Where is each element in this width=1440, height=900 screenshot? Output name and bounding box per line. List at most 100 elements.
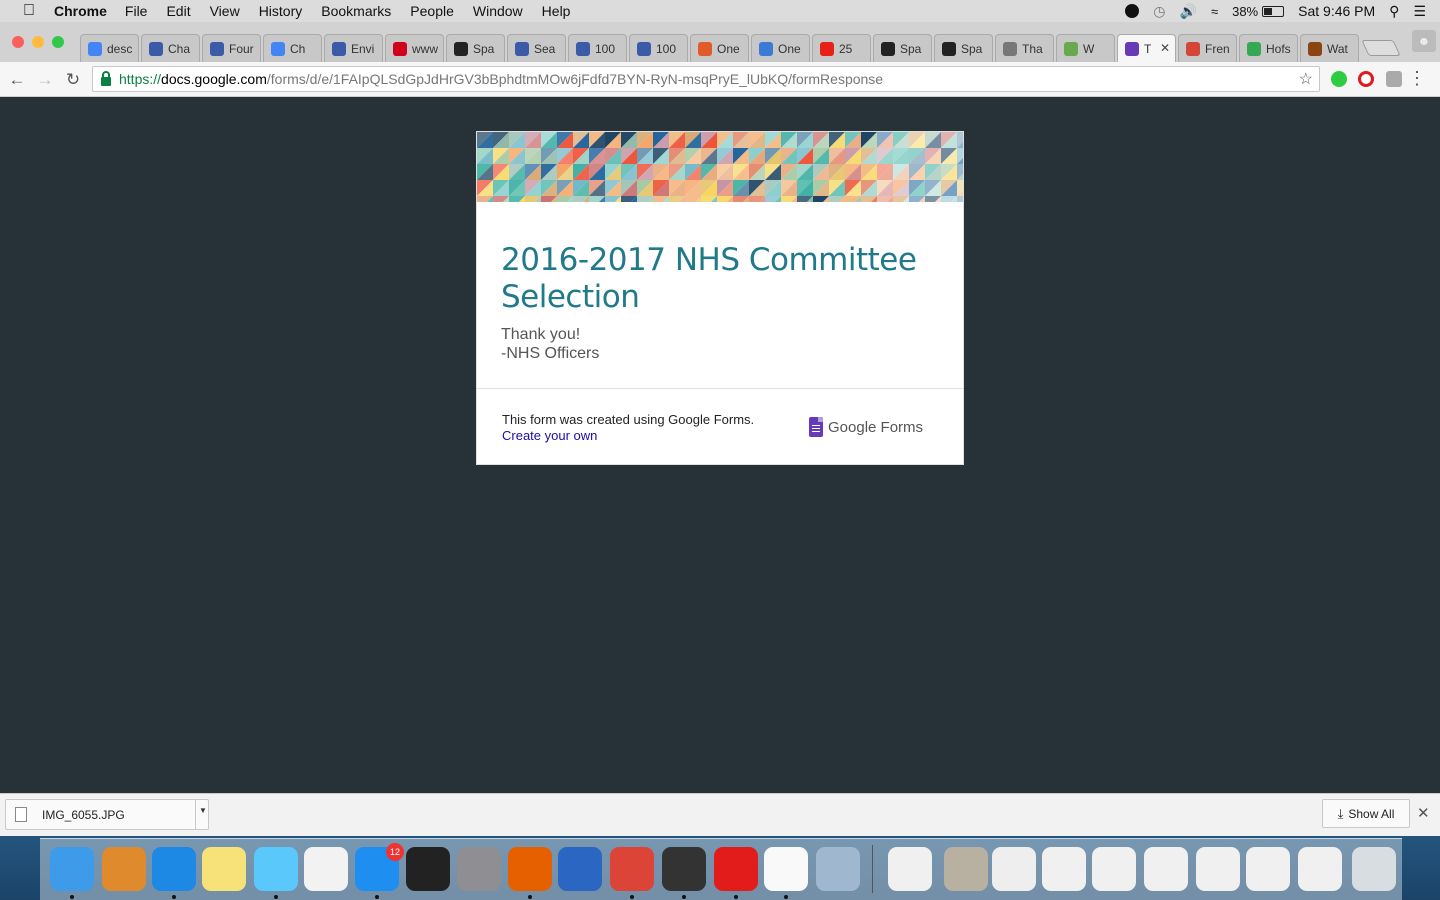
confirmation-signature: -NHS Officers bbox=[501, 345, 600, 362]
printer-icon[interactable] bbox=[662, 847, 706, 891]
browser-tab[interactable]: Sea bbox=[507, 34, 566, 62]
extension-gray-icon[interactable] bbox=[1386, 71, 1402, 87]
browser-tab[interactable]: Envi bbox=[324, 34, 383, 62]
clock[interactable]: Sat 9:46 PM bbox=[1298, 3, 1375, 19]
time-machine-icon[interactable]: ◷ bbox=[1153, 3, 1165, 20]
quora-icon bbox=[332, 41, 346, 56]
itunes-icon[interactable] bbox=[304, 847, 348, 891]
close-download-shelf-icon[interactable]: ✕ bbox=[1417, 804, 1430, 822]
browser-tab[interactable]: Spa bbox=[446, 34, 505, 62]
google-forms-logo[interactable]: Google Forms bbox=[809, 417, 923, 437]
firefox-icon[interactable] bbox=[508, 847, 552, 891]
close-window-button[interactable] bbox=[12, 36, 24, 48]
browser-tab[interactable]: W bbox=[1056, 34, 1115, 62]
macos-menu-bar:  Chrome File Edit View History Bookmark… bbox=[0, 0, 1440, 22]
tab-title: Wat bbox=[1327, 41, 1348, 56]
status-dot-icon[interactable] bbox=[1125, 4, 1140, 18]
browser-tab[interactable]: Hofs bbox=[1239, 34, 1298, 62]
doc-thumb-icon[interactable] bbox=[1144, 847, 1188, 891]
wifi-icon[interactable]: ≈ bbox=[1211, 4, 1218, 19]
browser-tab[interactable]: Spa bbox=[873, 34, 932, 62]
doc-thumb-icon[interactable] bbox=[992, 847, 1036, 891]
lock-icon[interactable] bbox=[101, 70, 111, 86]
system-preferences-icon[interactable] bbox=[457, 847, 501, 891]
menu-window[interactable]: Window bbox=[473, 3, 523, 19]
trash-icon[interactable] bbox=[1352, 847, 1396, 891]
browser-tab[interactable]: Cha bbox=[141, 34, 200, 62]
doc-thumb-icon[interactable] bbox=[1092, 847, 1136, 891]
browser-tab[interactable]: Ch bbox=[263, 34, 322, 62]
browser-tab[interactable]: Fren bbox=[1178, 34, 1237, 62]
chrome-icon[interactable] bbox=[610, 847, 654, 891]
create-your-own-link[interactable]: Create your own bbox=[502, 428, 597, 443]
menu-help[interactable]: Help bbox=[542, 3, 571, 19]
url-path: /forms/d/e/1FAIpQLSdGpJdHrGV3bBphdtmMOw6… bbox=[266, 71, 884, 87]
tab-title: One bbox=[778, 41, 801, 56]
browser-tab[interactable]: 25 bbox=[812, 34, 871, 62]
chrome-menu-icon[interactable]: ⋮ bbox=[1408, 68, 1426, 88]
show-all-downloads-button[interactable]: ⤓ Show All bbox=[1322, 799, 1410, 828]
doc-thumb-icon[interactable] bbox=[1246, 847, 1290, 891]
tab-title: Spa bbox=[473, 41, 495, 56]
address-bar[interactable]: https:// docs.google.com /forms/d/e/1FAI… bbox=[92, 66, 1320, 92]
youtube-icon bbox=[820, 41, 834, 56]
word-icon[interactable] bbox=[558, 847, 602, 891]
extension-green-icon[interactable] bbox=[1331, 71, 1347, 87]
doc-thumb-icon[interactable] bbox=[1196, 847, 1240, 891]
zoom-window-button[interactable] bbox=[52, 36, 64, 48]
volume-icon[interactable]: 🔊 bbox=[1180, 3, 1197, 20]
browser-tab[interactable]: Tha bbox=[995, 34, 1054, 62]
browser-tab[interactable]: Four bbox=[202, 34, 261, 62]
browser-tab[interactable]: One bbox=[751, 34, 810, 62]
doc-thumb-icon[interactable] bbox=[944, 847, 988, 891]
profile-button[interactable]: ☻ bbox=[1412, 30, 1436, 52]
quora-icon bbox=[576, 41, 590, 56]
preview-icon[interactable] bbox=[816, 847, 860, 891]
running-indicator bbox=[70, 895, 74, 899]
doc-thumb-icon[interactable] bbox=[1042, 847, 1086, 891]
menu-edit[interactable]: Edit bbox=[166, 3, 190, 19]
photos-icon[interactable] bbox=[764, 847, 808, 891]
menu-people[interactable]: People bbox=[410, 3, 454, 19]
reload-icon[interactable]: ↻ bbox=[62, 69, 84, 91]
spotlight-search-icon[interactable]: ⚲ bbox=[1389, 3, 1399, 20]
quora-icon bbox=[637, 41, 651, 56]
download-item[interactable]: IMG_6055.JPG ▼ bbox=[5, 799, 209, 830]
menu-view[interactable]: View bbox=[210, 3, 240, 19]
url-host: docs.google.com bbox=[161, 71, 267, 87]
forward-arrow-icon[interactable]: → bbox=[34, 69, 56, 91]
extension-opera-icon[interactable] bbox=[1358, 71, 1374, 87]
browser-tab[interactable]: desc bbox=[80, 34, 139, 62]
safari-icon[interactable] bbox=[152, 847, 196, 891]
finder-icon[interactable] bbox=[50, 847, 94, 891]
notification-center-icon[interactable]: ☰ bbox=[1413, 3, 1426, 20]
apple-menu-icon[interactable]:  bbox=[18, 2, 40, 20]
bookmark-star-icon[interactable]: ☆ bbox=[1299, 69, 1313, 89]
menu-bookmarks[interactable]: Bookmarks bbox=[321, 3, 391, 19]
acrobat-icon[interactable] bbox=[714, 847, 758, 891]
browser-tab[interactable]: T ✕ bbox=[1117, 34, 1176, 62]
notes-icon[interactable] bbox=[202, 847, 246, 891]
menu-file[interactable]: File bbox=[125, 3, 148, 19]
calculator-icon[interactable] bbox=[102, 847, 146, 891]
battery-indicator[interactable]: 38% bbox=[1232, 4, 1285, 19]
browser-tab[interactable]: Wat bbox=[1300, 34, 1359, 62]
browser-tab[interactable]: 100 bbox=[629, 34, 688, 62]
back-arrow-icon[interactable]: ← bbox=[6, 69, 28, 91]
new-tab-button[interactable] bbox=[1361, 40, 1401, 56]
browser-tab[interactable]: www bbox=[385, 34, 444, 62]
browser-tab[interactable]: One bbox=[690, 34, 749, 62]
download-arrow-icon: ⤓ bbox=[1337, 805, 1344, 821]
browser-tab[interactable]: 100 bbox=[568, 34, 627, 62]
menu-history[interactable]: History bbox=[259, 3, 303, 19]
activity-monitor-icon[interactable] bbox=[406, 847, 450, 891]
minimize-window-button[interactable] bbox=[32, 36, 44, 48]
doc-thumb-icon[interactable] bbox=[1298, 847, 1342, 891]
app-menu-chrome[interactable]: Chrome bbox=[54, 3, 107, 19]
browser-tab[interactable]: Spa bbox=[934, 34, 993, 62]
close-tab-icon[interactable]: ✕ bbox=[1160, 41, 1170, 55]
download-options-caret-icon[interactable]: ▼ bbox=[199, 806, 207, 815]
messages-icon[interactable] bbox=[254, 847, 298, 891]
doc-thumb-icon[interactable] bbox=[888, 847, 932, 891]
app-store-icon[interactable]: 12 bbox=[355, 843, 404, 891]
